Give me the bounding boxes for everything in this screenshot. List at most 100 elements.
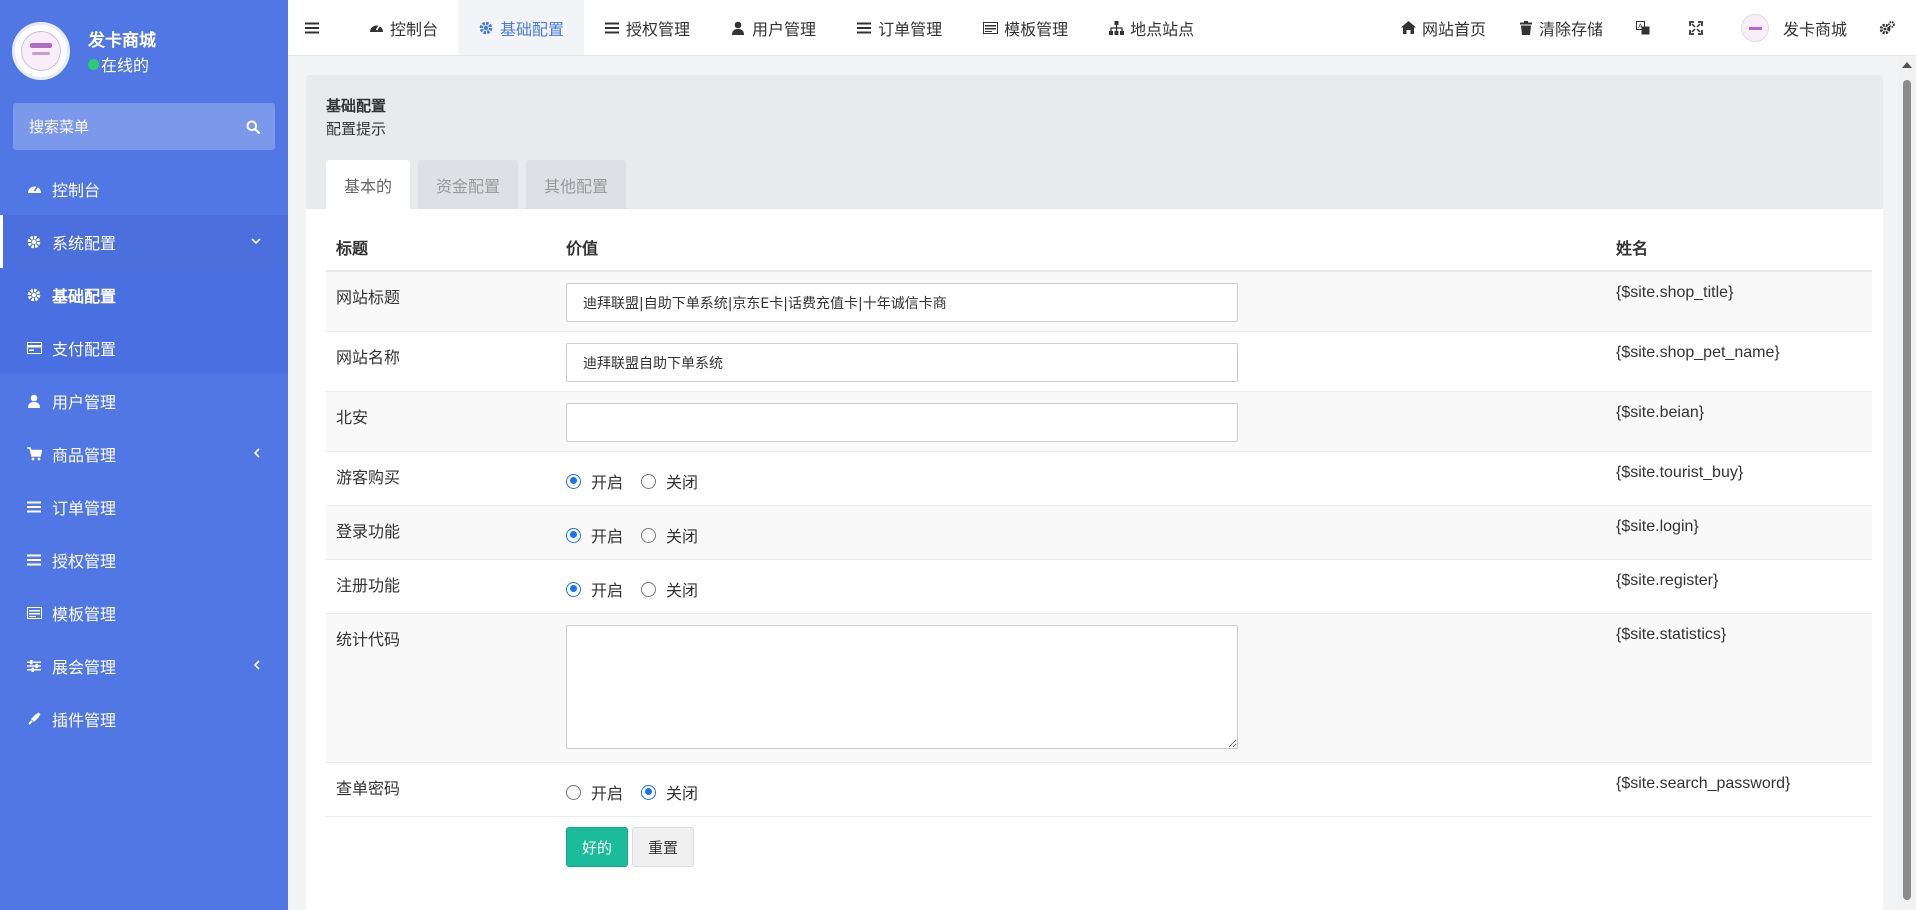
nav-tab-label: 模板管理 [1004,19,1069,39]
scroll-thumb[interactable] [1903,80,1911,900]
radio-label: 关闭 [666,581,699,600]
radio-checked-icon [641,784,657,800]
user-menu[interactable]: 发卡商城 [1725,0,1863,55]
radio-on[interactable]: 开启 [566,523,623,547]
sidebar-item-basic-config[interactable]: 基础配置 [0,268,288,321]
sidebar-item-label: 展会管理 [52,657,117,677]
nav-tab-authorization[interactable]: 授权管理 [584,0,710,55]
template-icon [26,605,42,621]
sidebar-item-products[interactable]: 商品管理 [0,427,288,480]
dashboard-icon [368,20,384,36]
shop-title-input[interactable] [566,283,1238,322]
nav-tabs: 控制台 基础配置 授权管理 用户管理 订单管理 模板管理 地点站点 [348,0,1214,55]
sidebar-item-orders[interactable]: 订单管理 [0,480,288,533]
row-variable-name: {$site.statistics} [1606,613,1872,763]
language-button[interactable]: A [1619,0,1672,55]
sidebar-item-payment-config[interactable]: 支付配置 [0,321,288,374]
nav-tab-templates[interactable]: 模板管理 [962,0,1088,55]
trash-icon [1518,20,1534,36]
sidebar-menu: 控制台 系统配置 基础配置 支付配置 用户管理 商品管理 订单管理 授权管理 模… [0,162,288,745]
table-row: 注册功能 开启 关闭 {$site.register} [326,559,1872,614]
sidebar-item-dashboard[interactable]: 控制台 [0,162,288,215]
clear-cache-button[interactable]: 清除存储 [1502,0,1619,55]
radio-off[interactable]: 关闭 [641,577,698,601]
sitemap-icon [1108,20,1124,36]
sidebar-item-users[interactable]: 用户管理 [0,374,288,427]
radio-off[interactable]: 关闭 [641,780,698,804]
online-status-text: 在线的 [101,56,150,75]
beian-input[interactable] [566,403,1238,442]
settings-button[interactable] [1863,0,1916,55]
statistics-code-textarea[interactable] [566,625,1238,749]
sidebar-item-label: 授权管理 [52,551,117,571]
fullscreen-button[interactable] [1672,0,1725,55]
nav-tab-orders[interactable]: 订单管理 [836,0,962,55]
template-icon [982,20,998,36]
sidebar-item-label: 支付配置 [52,339,117,359]
radio-off[interactable]: 关闭 [641,523,698,547]
sidebar-item-label: 商品管理 [52,445,117,465]
nav-user-name: 发卡商城 [1782,19,1847,39]
row-variable-name: {$site.beian} [1606,391,1872,452]
radio-on[interactable]: 开启 [566,469,623,493]
row-value [556,391,1606,452]
column-header-value: 价值 [556,223,1606,272]
nav-tab-users[interactable]: 用户管理 [710,0,836,55]
scroll-up-arrow-icon[interactable] [1902,62,1912,68]
menu-toggle-icon[interactable] [300,16,324,40]
radio-off[interactable]: 关闭 [641,469,698,493]
site-home-label: 网站首页 [1421,19,1486,39]
row-value [556,613,1606,763]
column-header-title: 标题 [326,223,556,272]
form-actions-row: 好的 重置 [326,816,1872,867]
radio-label: 开启 [591,527,624,546]
sidebar-item-plugins[interactable]: 插件管理 [0,692,288,745]
site-home-link[interactable]: 网站首页 [1385,0,1502,55]
search-icon[interactable] [231,103,275,150]
row-variable-name: {$site.register} [1606,559,1872,614]
online-status: 在线的 [88,52,149,76]
shop-name-input[interactable] [566,343,1238,382]
radio-on[interactable]: 开启 [566,780,623,804]
tab-funds-config[interactable]: 资金配置 [418,160,519,209]
nav-tab-label: 控制台 [390,19,439,39]
search-password-radio-group: 开启 关闭 [566,777,1606,807]
sidebar-item-label: 模板管理 [52,604,117,624]
sidebar-item-authorization[interactable]: 授权管理 [0,533,288,586]
list-icon [604,20,620,36]
user-icon [26,393,42,409]
chevron-left-icon [248,657,264,673]
nav-tab-basic-config[interactable]: 基础配置 [458,0,585,55]
nav-tab-dashboard[interactable]: 控制台 [348,0,458,55]
menu-search [13,103,275,150]
sidebar-item-exhibitions[interactable]: 展会管理 [0,639,288,692]
row-title: 查单密码 [326,762,556,817]
sidebar-item-system-config[interactable]: 系统配置 [0,215,288,268]
login-radio-group: 开启 关闭 [566,520,1606,550]
config-panel: 基础配置 配置提示 基本的 资金配置 其他配置 标题 价值 姓名 网站标题 {$… [306,75,1883,910]
sidebar-item-label: 插件管理 [52,710,117,730]
table-row: 网站标题 {$site.shop_title} [326,271,1872,332]
table-header-row: 标题 价值 姓名 [326,223,1872,272]
reset-button[interactable]: 重置 [632,827,694,867]
row-title: 网站标题 [326,271,556,332]
nav-tab-sites[interactable]: 地点站点 [1088,0,1214,55]
page-scrollbar[interactable] [1898,56,1916,910]
sidebar-item-templates[interactable]: 模板管理 [0,586,288,639]
tab-basic[interactable]: 基本的 [326,160,411,209]
nav-tab-label: 地点站点 [1130,19,1195,39]
submit-button[interactable]: 好的 [566,827,628,867]
row-title: 统计代码 [326,613,556,763]
table-row: 北安 {$site.beian} [326,391,1872,452]
cogs-icon [1879,20,1895,36]
table-row: 登录功能 开启 关闭 {$site.login} [326,505,1872,560]
avatar[interactable] [12,22,70,80]
page-subtitle: 配置提示 [326,120,387,138]
gear-icon [26,234,42,250]
page-title: 基础配置 [326,97,387,115]
radio-on[interactable]: 开启 [566,577,623,601]
radio-label: 开启 [591,784,624,803]
nav-tab-label: 用户管理 [752,19,817,39]
tab-other-config[interactable]: 其他配置 [526,160,627,209]
menu-search-input[interactable] [13,117,231,136]
